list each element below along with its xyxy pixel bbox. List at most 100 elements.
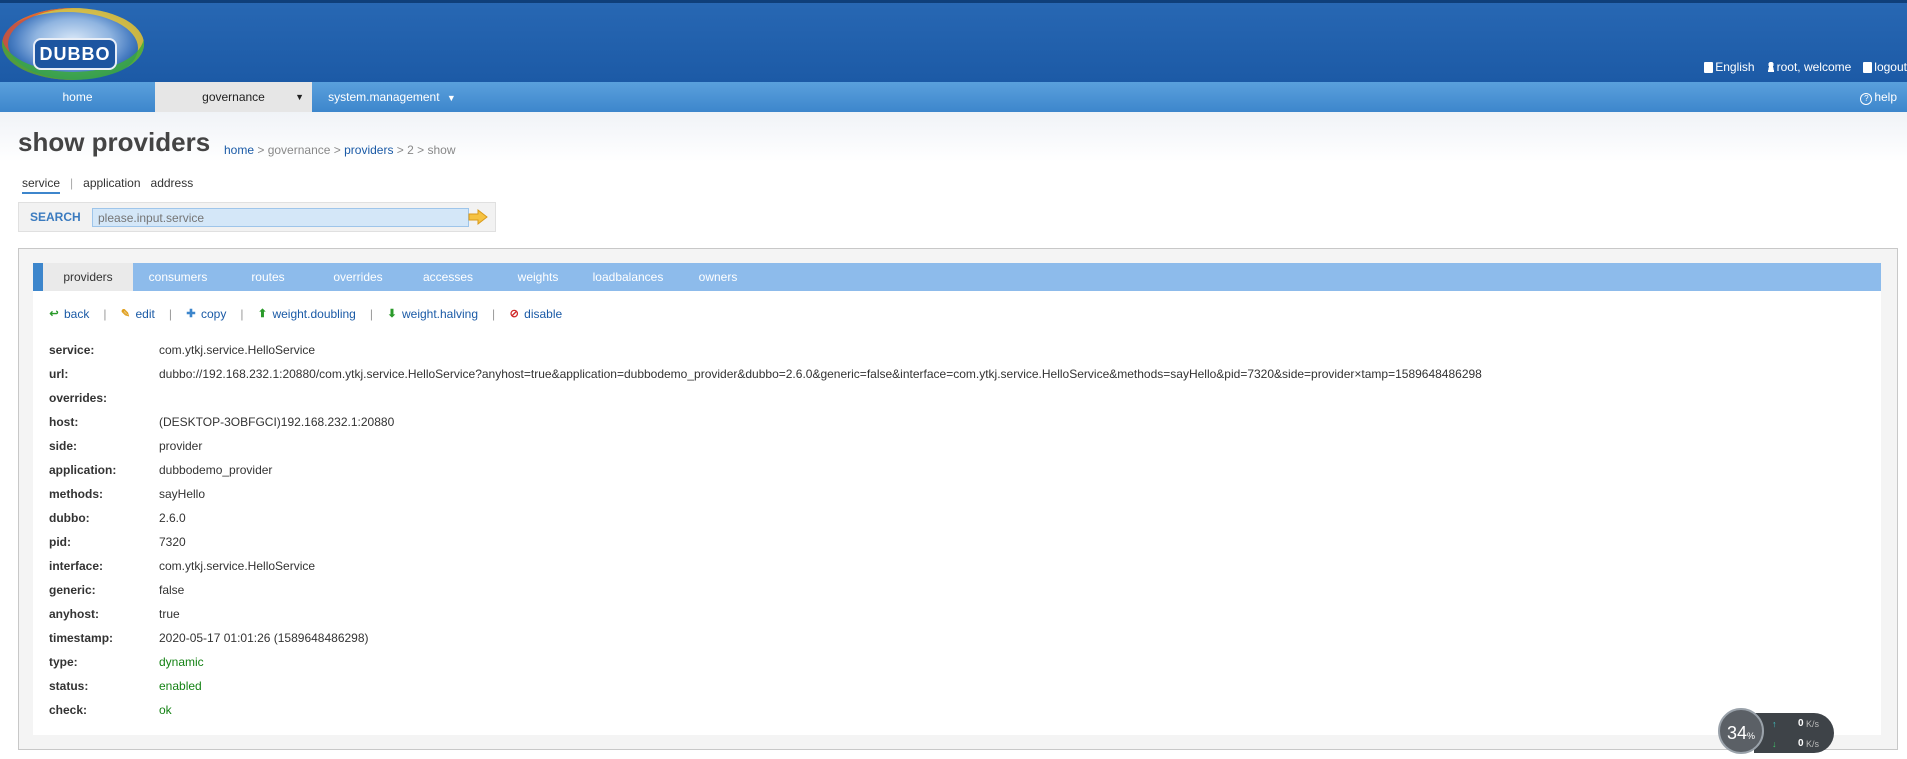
upload-value: 0	[1798, 718, 1804, 729]
detail-value: true	[159, 607, 180, 621]
detail-key: host:	[49, 415, 79, 429]
nav-governance[interactable]: governance ▼	[155, 82, 312, 112]
breadcrumb-home[interactable]: home	[224, 143, 254, 157]
dubbo-logo[interactable]: DUBBO	[2, 8, 144, 80]
detail-value: 2.6.0	[159, 511, 186, 525]
detail-key: timestamp:	[49, 631, 114, 645]
pencil-icon: ✎	[120, 308, 131, 320]
arrow-down-icon: ↓	[1772, 739, 1777, 749]
search-tab-address[interactable]: address	[151, 176, 194, 194]
detail-key: generic:	[49, 583, 96, 597]
weight-doubling-button[interactable]: ⬆ weight.doubling	[257, 307, 356, 321]
detail-key: dubbo:	[49, 511, 90, 525]
tab-bar: providers consumers routes overrides acc…	[33, 263, 1881, 291]
detail-key: side:	[49, 439, 78, 453]
disable-icon: ⊘	[509, 308, 519, 320]
action-separator: |	[168, 307, 172, 321]
copy-button[interactable]: ✚ copy	[186, 307, 226, 321]
detail-key: interface:	[49, 559, 104, 573]
help-link[interactable]: ? help	[1860, 82, 1897, 112]
upload-speed: ↑ 0 K/s	[1772, 715, 1830, 733]
search-bar: SEARCH	[18, 202, 496, 232]
tab-consumers[interactable]: consumers	[133, 263, 223, 291]
tab-owners[interactable]: owners	[673, 263, 763, 291]
language-link[interactable]: English	[1715, 60, 1754, 74]
tab-providers[interactable]: providers	[43, 263, 133, 291]
tab-routes[interactable]: routes	[223, 263, 313, 291]
detail-value: dubbodemo_provider	[159, 463, 273, 477]
detail-value: 2020-05-17 01:01:26 (1589648486298)	[159, 631, 369, 645]
edit-label: edit	[135, 307, 155, 321]
speed-panel: ↑ 0 K/s ↓ 0 K/s	[1754, 713, 1834, 753]
detail-value: com.ytkj.service.HelloService	[159, 343, 316, 357]
tab-loadbalances[interactable]: loadbalances	[583, 263, 673, 291]
detail-value: 7320	[159, 535, 186, 549]
detail-value: dynamic	[159, 655, 204, 669]
detail-value: (DESKTOP-3OBFGCI)192.168.232.1:20880	[159, 415, 395, 429]
detail-value: false	[159, 583, 185, 597]
nav-home[interactable]: home	[0, 82, 155, 112]
copy-label: copy	[200, 307, 227, 321]
back-button[interactable]: ↩ back	[49, 307, 89, 321]
weight-halving-button[interactable]: ⬇ weight.halving	[387, 307, 478, 321]
header-top-border	[0, 0, 1907, 3]
user-area: English root, welcome logout	[1704, 59, 1907, 75]
logout-icon	[1863, 61, 1873, 73]
detail-value: com.ytkj.service.HelloService	[159, 559, 316, 573]
action-separator: |	[369, 307, 373, 321]
content-inner: providers consumers routes overrides acc…	[33, 263, 1881, 735]
percent-sign: %	[1747, 731, 1756, 741]
breadcrumb-rest: > 2 > show	[393, 143, 456, 157]
content-panel: providers consumers routes overrides acc…	[18, 248, 1898, 750]
plus-icon: ✚	[186, 308, 196, 320]
detail-key: pid:	[49, 535, 71, 549]
detail-key: anyhost:	[49, 607, 100, 621]
header: DUBBO English root, welcome logout	[0, 0, 1907, 82]
search-input[interactable]	[92, 208, 469, 227]
search-tab-application[interactable]: application	[83, 176, 140, 194]
logout-link[interactable]: logout	[1874, 60, 1907, 74]
weight-halving-label: weight.halving	[401, 307, 479, 321]
user-icon	[1766, 62, 1775, 72]
breadcrumb-providers[interactable]: providers	[344, 143, 393, 157]
arrow-right-icon[interactable]	[467, 208, 489, 226]
nav-home-label: home	[62, 90, 93, 104]
weight-doubling-label: weight.doubling	[272, 307, 356, 321]
action-bar: ↩ back | ✎ edit | ✚ copy | ⬆ weight.doubling…	[49, 307, 562, 321]
detail-key: application:	[49, 463, 117, 477]
action-separator: |	[492, 307, 496, 321]
arrow-up-icon: ⬆	[257, 308, 268, 320]
tab-overrides[interactable]: overrides	[313, 263, 403, 291]
logo-text: DUBBO	[33, 38, 117, 70]
chevron-down-icon: ▼	[295, 92, 304, 102]
disable-button[interactable]: ⊘ disable	[509, 307, 563, 321]
detail-key: type:	[49, 655, 78, 669]
search-type-tabs: service | application address	[22, 176, 203, 194]
action-separator: |	[103, 307, 107, 321]
detail-value: sayHello	[159, 487, 206, 501]
network-speed-widget[interactable]: ↑ 0 K/s ↓ 0 K/s 34%	[1718, 708, 1838, 754]
detail-key: url:	[49, 367, 69, 381]
detail-key: methods:	[49, 487, 103, 501]
arrow-up-icon: ↑	[1772, 719, 1777, 729]
nav-system-management[interactable]: system.management ▼	[312, 82, 472, 112]
edit-button[interactable]: ✎ edit	[120, 307, 155, 321]
detail-value: ok	[159, 703, 172, 717]
nav-system-management-label: system.management	[328, 90, 440, 104]
tab-bar-accent	[33, 263, 43, 291]
language-icon	[1704, 61, 1714, 73]
detail-value: enabled	[159, 679, 202, 693]
detail-key: overrides:	[49, 391, 108, 405]
back-label: back	[64, 307, 90, 321]
welcome-text: root, welcome	[1776, 60, 1852, 74]
page-title: show providers	[18, 127, 211, 157]
breadcrumb-governance: > governance >	[254, 143, 345, 157]
search-tab-service[interactable]: service	[22, 176, 61, 194]
tab-accesses[interactable]: accesses	[403, 263, 493, 291]
disable-label: disable	[524, 307, 563, 321]
detail-value: provider	[159, 439, 203, 453]
tab-separator: |	[70, 176, 74, 190]
nav-governance-label: governance	[202, 90, 265, 104]
chevron-down-icon: ▼	[446, 93, 456, 103]
tab-weights[interactable]: weights	[493, 263, 583, 291]
